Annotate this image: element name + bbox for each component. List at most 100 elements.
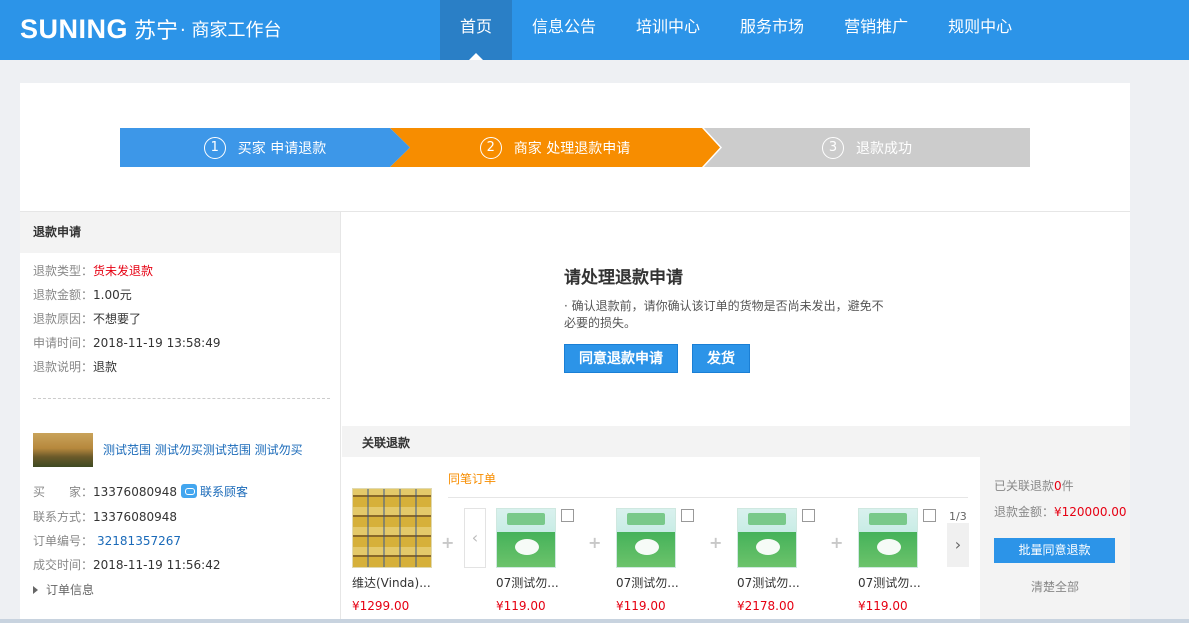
product-price: ¥119.00: [496, 599, 546, 613]
top-header: SUNING 苏宁 · 商家工作台 首页 信息公告 培训中心 服务市场 营销推广…: [0, 0, 1189, 60]
product-name: 07测试勿...: [616, 576, 679, 590]
order-number-row: 订单编号： 32181357267: [33, 533, 181, 549]
batch-agree-refund-button[interactable]: 批量同意退款: [994, 538, 1115, 563]
plus-icon: +: [830, 533, 844, 552]
carousel-page-indicator: 1/3: [949, 510, 967, 523]
refund-type-label: 退款类型：: [33, 264, 94, 278]
product-name: 07测试勿...: [737, 576, 800, 590]
step-number: 1: [203, 136, 226, 159]
related-refunds-title: 关联退款: [362, 436, 411, 450]
apply-time-row: 申请时间：2018-11-19 13:58:49: [33, 335, 220, 351]
refund-amount-row: 退款金额：1.00元: [33, 287, 132, 303]
product-item[interactable]: 07测试勿... ¥119.00: [616, 508, 706, 613]
ship-button[interactable]: 发货: [692, 344, 750, 373]
step-label: 商家 处理退款申请: [513, 140, 631, 157]
refund-reason-label: 退款原因：: [33, 312, 94, 326]
product-image[interactable]: [616, 508, 676, 568]
same-order-divider: [448, 497, 968, 498]
goods-title-link[interactable]: 测试范围 测试勿买测试范围 测试勿买: [103, 441, 303, 458]
step-number: 2: [479, 136, 502, 159]
product-checkbox[interactable]: [802, 509, 815, 522]
buyer-label: 买 家：: [33, 485, 94, 499]
contact-value: 13376080948: [93, 510, 177, 524]
main-panel: 1 买家 申请退款 2 商家 处理退款申请 3 退款成功 退款申请 退款类型：货…: [20, 83, 1130, 623]
refund-reason-row: 退款原因：不想要了: [33, 311, 141, 327]
logo-text: SUNING: [20, 13, 129, 44]
nav-rules[interactable]: 规则中心: [928, 0, 1032, 60]
linked-count: 0: [1054, 479, 1062, 493]
refund-progress-steps: 1 买家 申请退款 2 商家 处理退款申请 3 退款成功: [120, 128, 1030, 167]
caret-right-icon: [33, 586, 38, 594]
deal-time-label: 成交时间：: [33, 558, 94, 572]
related-refunds-section: 关联退款 同笔订单 维达(Vinda)... ¥1299.00 + ‹ 07测试…: [342, 426, 1130, 623]
linked-amount-label: 退款金额：: [994, 505, 1055, 519]
chat-icon[interactable]: [181, 484, 197, 498]
plus-icon: +: [709, 533, 723, 552]
buyer-row: 买 家：13376080948 联系顾客: [33, 484, 248, 500]
apply-time-label: 申请时间：: [33, 336, 94, 350]
step-number: 3: [822, 136, 844, 159]
step-label: 买家 申请退款: [237, 140, 327, 157]
contact-row: 联系方式：13376080948: [33, 509, 177, 525]
dashed-divider: [33, 398, 330, 399]
product-checkbox[interactable]: [681, 509, 694, 522]
refund-amount-label: 退款金额：: [33, 288, 94, 302]
product-price: ¥119.00: [616, 599, 666, 613]
carousel-prev-button[interactable]: ‹: [464, 508, 486, 568]
logo-subtitle: · 商家工作台: [180, 20, 282, 41]
product-price: ¥119.00: [858, 599, 908, 613]
step-label: 退款成功: [856, 140, 912, 157]
notice-title: 请处理退款申请: [564, 268, 683, 288]
product-item[interactable]: 07测试勿... ¥2178.00: [737, 508, 827, 613]
deal-time-value: 2018-11-19 11:56:42: [93, 558, 221, 572]
step-buyer-apply: 1 买家 申请退款: [120, 128, 410, 167]
nav-training[interactable]: 培训中心: [616, 0, 720, 60]
product-name: 07测试勿...: [496, 576, 559, 590]
order-number-link[interactable]: 32181357267: [97, 534, 181, 548]
nav-announcements[interactable]: 信息公告: [512, 0, 616, 60]
deal-time-row: 成交时间：2018-11-19 11:56:42: [33, 557, 220, 573]
contact-customer-link[interactable]: 联系顾客: [200, 485, 248, 499]
linked-prefix: 已关联退款: [994, 479, 1055, 493]
nav-service-market[interactable]: 服务市场: [720, 0, 824, 60]
refund-type-value: 货未发退款: [93, 264, 154, 278]
product-name: 维达(Vinda)...: [352, 576, 431, 590]
order-number-label: 订单编号：: [33, 534, 94, 548]
agree-refund-button[interactable]: 同意退款申请: [564, 344, 678, 373]
linked-suffix: 件: [1061, 479, 1074, 493]
product-image[interactable]: [737, 508, 797, 568]
product-price: ¥2178.00: [737, 599, 795, 613]
refund-desc-row: 退款说明：退款: [33, 359, 117, 375]
order-info-label: 订单信息: [46, 583, 95, 597]
bottom-strip: [0, 619, 1189, 623]
product-item[interactable]: 维达(Vinda)... ¥1299.00: [352, 488, 442, 613]
product-checkbox[interactable]: [561, 509, 574, 522]
product-checkbox[interactable]: [923, 509, 936, 522]
linked-refund-count: 已关联退款0件: [994, 477, 1074, 494]
product-image[interactable]: [352, 488, 432, 568]
refund-desc-value: 退款: [93, 360, 118, 374]
main-nav: 首页 信息公告 培训中心 服务市场 营销推广 规则中心: [440, 0, 1032, 60]
nav-home[interactable]: 首页: [440, 0, 513, 60]
product-item[interactable]: 07测试勿... ¥119.00: [496, 508, 586, 613]
logo-cn: 苏宁: [134, 19, 179, 44]
goods-thumbnail[interactable]: [33, 433, 93, 467]
refund-info-column: 退款申请 退款类型：货未发退款 退款金额：1.00元 退款原因：不想要了 申请时…: [20, 212, 341, 623]
order-info-toggle[interactable]: 订单信息: [33, 581, 94, 598]
apply-time-value: 2018-11-19 13:58:49: [93, 336, 221, 350]
linked-refund-amount: 退款金额：¥120000.00: [994, 503, 1127, 520]
refund-amount-value: 1.00元: [93, 288, 132, 302]
contact-label: 联系方式：: [33, 510, 94, 524]
clear-all-link[interactable]: 清楚全部: [1031, 578, 1079, 595]
step-merchant-process: 2 商家 处理退款申请: [390, 128, 720, 167]
product-price: ¥1299.00: [352, 599, 410, 613]
suning-logo[interactable]: SUNING 苏宁 · 商家工作台: [20, 13, 282, 45]
product-image[interactable]: [496, 508, 556, 568]
product-image[interactable]: [858, 508, 918, 568]
plus-icon: +: [588, 533, 602, 552]
product-item[interactable]: 07测试勿... ¥119.00: [858, 508, 948, 613]
refund-section-title: 退款申请: [20, 212, 340, 253]
carousel-next-button[interactable]: ›: [947, 523, 969, 567]
product-name: 07测试勿...: [858, 576, 921, 590]
nav-marketing[interactable]: 营销推广: [824, 0, 928, 60]
